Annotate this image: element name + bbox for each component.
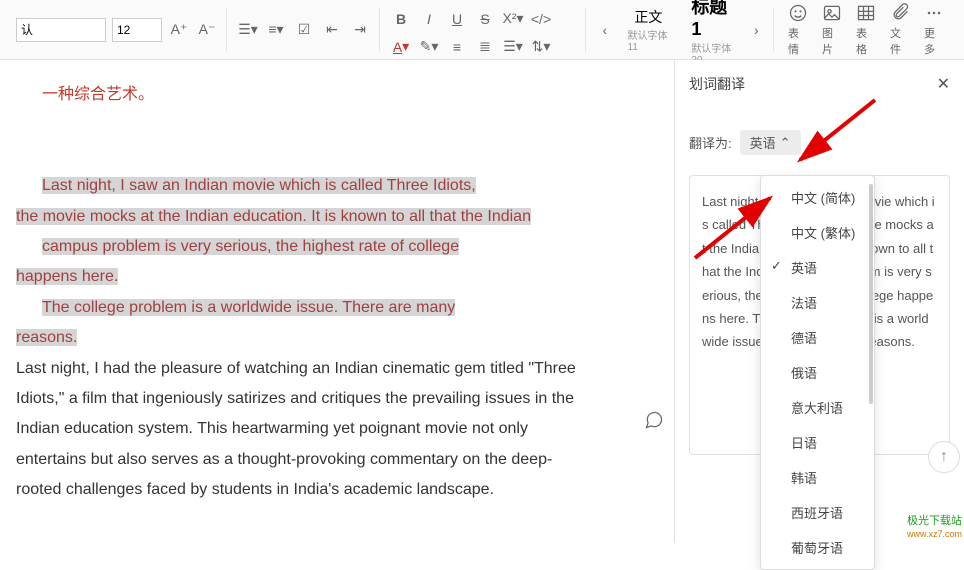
align-left-icon[interactable]: ≡: [446, 36, 468, 58]
prev-style-icon[interactable]: ‹: [596, 19, 613, 41]
lang-option-en[interactable]: 英语: [761, 250, 874, 285]
lang-option-de[interactable]: 德语: [761, 320, 874, 355]
toolbar: A⁺ A⁻ ☰▾ ≡▾ ☑ ⇤ ⇥ B I U S X²▾ </> A▾ ✎▾ …: [0, 0, 964, 60]
underline-icon[interactable]: U: [446, 8, 468, 30]
font-color-icon[interactable]: A▾: [390, 36, 412, 58]
line-height-icon[interactable]: ⇅▾: [530, 36, 552, 58]
text-p1b: the movie mocks at the Indian education.…: [16, 208, 531, 225]
panel-title: 划词翻译: [689, 74, 745, 94]
lang-option-pt[interactable]: 葡萄牙语: [761, 530, 874, 565]
bullet-list-icon[interactable]: ☰▾: [237, 19, 259, 41]
language-dropdown: 中文 (简体) 中文 (繁体) 英语 法语 德语 俄语 意大利语 日语 韩语 西…: [760, 175, 875, 570]
watermark: 极光下载站 www.xz7.com: [907, 515, 962, 541]
lang-option-zh-tw[interactable]: 中文 (繁体): [761, 215, 874, 250]
lang-option-it[interactable]: 意大利语: [761, 390, 874, 425]
next-style-icon[interactable]: ›: [748, 19, 765, 41]
lang-option-zh-cn[interactable]: 中文 (简体): [761, 180, 874, 215]
align-spread-icon[interactable]: ☰▾: [502, 36, 524, 58]
superscript-icon[interactable]: X²▾: [502, 8, 524, 30]
increase-font-icon[interactable]: A⁺: [168, 19, 190, 41]
style-heading1[interactable]: 标题1 默认字体 20: [683, 0, 741, 68]
file-button[interactable]: 文件: [886, 1, 914, 59]
lang-option-es[interactable]: 西班牙语: [761, 495, 874, 530]
style-normal-sub: 默认字体 11: [628, 27, 670, 53]
dropdown-scrollbar[interactable]: [869, 184, 873, 404]
bold-icon[interactable]: B: [390, 8, 412, 30]
highlight-icon[interactable]: ✎▾: [418, 36, 440, 58]
font-group: A⁺ A⁻: [8, 8, 227, 52]
translate-label: 翻译为:: [689, 133, 732, 152]
comment-icon[interactable]: [644, 410, 664, 441]
lang-option-ja[interactable]: 日语: [761, 425, 874, 460]
text-p2a: campus problem is very serious, the high…: [42, 238, 459, 255]
document-editor[interactable]: 一种综合艺术。 Last night, I saw an Indian movi…: [0, 60, 674, 543]
more-button[interactable]: 更多: [920, 1, 948, 59]
chevron-up-icon: ⌃: [780, 135, 791, 151]
style-normal[interactable]: 正文 默认字体 11: [620, 5, 678, 55]
insert-group: 表情 图片 表格 文件 更多: [776, 8, 956, 52]
code-icon[interactable]: </>: [530, 8, 552, 30]
text-p4: Last night, I had the pleasure of watchi…: [16, 354, 576, 506]
style-normal-label: 正文: [634, 7, 662, 27]
lang-option-fr[interactable]: 法语: [761, 285, 874, 320]
font-size-select[interactable]: [112, 18, 162, 42]
strike-icon[interactable]: S: [474, 8, 496, 30]
lang-option-ru[interactable]: 俄语: [761, 355, 874, 390]
image-button[interactable]: 图片: [818, 1, 846, 59]
font-family-select[interactable]: [16, 18, 106, 42]
style-h1-label: 标题1: [691, 0, 733, 40]
close-icon[interactable]: ✕: [937, 74, 950, 94]
text-line-art: 一种综合艺术。: [42, 80, 658, 110]
table-button[interactable]: 表格: [852, 1, 880, 59]
italic-icon[interactable]: I: [418, 8, 440, 30]
ordered-list-icon[interactable]: ≡▾: [265, 19, 287, 41]
decrease-font-icon[interactable]: A⁻: [196, 19, 218, 41]
align-center-icon[interactable]: ≣: [474, 36, 496, 58]
text-p3a: The college problem is a worldwide issue…: [42, 299, 455, 316]
current-language: 英语: [750, 133, 776, 152]
list-group: ☰▾ ≡▾ ☑ ⇤ ⇥: [229, 8, 380, 52]
format-row2: B I U S X²▾ </> A▾ ✎▾ ≡ ≣ ☰▾ ⇅▾: [382, 8, 586, 52]
emoji-button[interactable]: 表情: [784, 1, 812, 59]
checkbox-icon[interactable]: ☑: [293, 19, 315, 41]
outdent-icon[interactable]: ⇤: [321, 19, 343, 41]
indent-icon[interactable]: ⇥: [349, 19, 371, 41]
lang-option-ko[interactable]: 韩语: [761, 460, 874, 495]
text-p1a: Last night, I saw an Indian movie which …: [42, 177, 476, 194]
text-p3b: reasons.: [16, 329, 77, 346]
back-to-top-button[interactable]: ↑: [928, 441, 960, 473]
language-selector[interactable]: 英语 ⌃: [740, 130, 801, 155]
text-p2b: happens here.: [16, 268, 118, 285]
styles-group: ‹ 正文 默认字体 11 标题1 默认字体 20 ›: [588, 8, 774, 52]
